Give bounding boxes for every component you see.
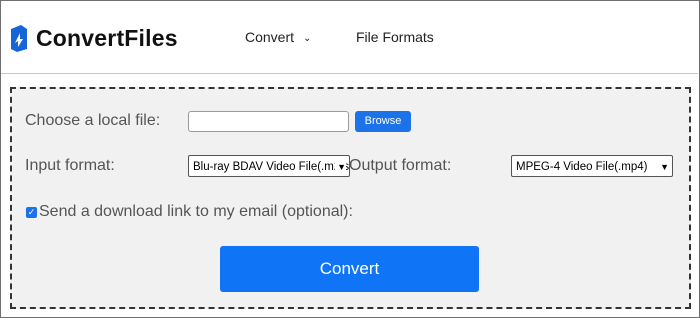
nav-file-formats[interactable]: File Formats (356, 28, 434, 46)
convert-button[interactable]: Convert (220, 246, 479, 292)
input-format-value: Blu-ray BDAV Video File(.m2ts) (193, 161, 350, 173)
nav-convert-label: Convert (245, 29, 295, 45)
nav-convert[interactable]: Convert ⌄ (245, 28, 311, 49)
file-input[interactable] (188, 111, 349, 132)
input-format-select[interactable]: Blu-ray BDAV Video File(.m2ts) ▼ (188, 155, 350, 177)
output-format-select[interactable]: MPEG-4 Video File(.mp4) ▼ (511, 155, 673, 177)
input-format-label: Input format: (25, 157, 115, 174)
output-format-value: MPEG-4 Video File(.mp4) (516, 161, 648, 173)
chevron-down-icon: ▼ (335, 156, 346, 176)
logo-icon (11, 25, 27, 52)
email-checkbox[interactable]: ✓ (26, 207, 37, 218)
email-label: Send a download link to my email (option… (39, 203, 353, 220)
converter-panel: Choose a local file: Browse Input format… (10, 87, 691, 309)
brand-name[interactable]: ConvertFiles (36, 23, 178, 53)
browse-button[interactable]: Browse (355, 111, 411, 132)
output-format-label: Output format: (349, 157, 452, 174)
chevron-down-icon: ⌄ (303, 33, 312, 44)
chevron-down-icon: ▼ (658, 156, 669, 176)
file-label: Choose a local file: (25, 112, 161, 129)
header: ConvertFiles Convert ⌄ File Formats (1, 1, 698, 74)
